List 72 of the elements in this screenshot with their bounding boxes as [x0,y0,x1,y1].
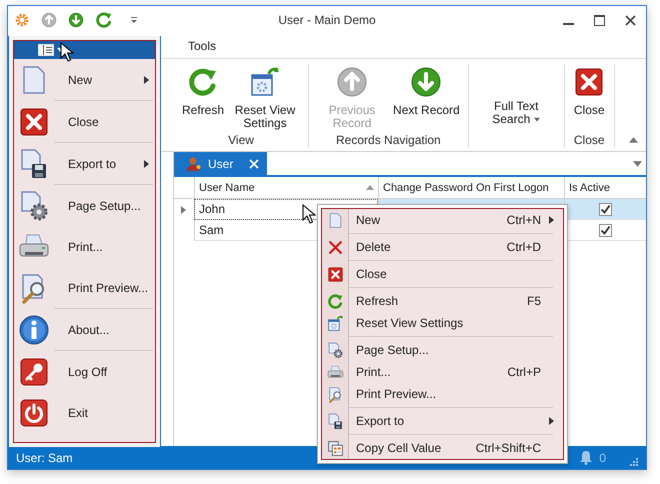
menu-item[interactable]: Close [14,101,155,142]
ribbon-button[interactable]: Reset View Settings [228,64,302,132]
chevron-up-icon [629,136,638,145]
submenu-arrow-icon [143,76,151,84]
window-title: User - Main Demo [277,13,377,27]
checkbox[interactable] [599,202,612,216]
bell-icon[interactable] [579,450,594,465]
close-icon [18,106,50,138]
notification-count: 0 [599,450,606,464]
menu-item[interactable]: Print... [14,226,155,267]
menu-item[interactable]: Close [322,263,563,285]
checkbox[interactable] [599,224,612,236]
submenu-arrow-icon [548,216,556,224]
close-icon [326,266,344,282]
menu-item[interactable]: Reset View Settings [322,312,563,334]
menu-item[interactable]: New [14,59,155,100]
table-icon [326,440,344,456]
menu-item[interactable]: Refresh F5 [322,290,563,312]
refresh-icon [326,292,344,310]
group-label: Records Navigation [336,132,441,148]
floppy-disk-icon [326,412,344,430]
menu-item[interactable]: Export to [14,143,155,184]
collapse-ribbon-button[interactable] [629,136,638,145]
ribbon-button[interactable]: Full Text Search [479,64,554,128]
menu-item[interactable]: About... [14,309,155,350]
menu-item[interactable]: Page Setup... [322,339,563,361]
sort-icon [366,184,374,192]
ribbon-tab[interactable]: Tools [180,37,224,55]
menu-item[interactable]: Print... Ctrl+P [322,361,563,383]
gear-icon[interactable] [14,12,30,28]
printer-icon [326,364,344,380]
document-tab[interactable]: User [174,152,268,175]
window-arrow-icon [249,66,282,98]
page-gear-icon [326,342,344,358]
resize-grip-icon[interactable] [630,458,638,466]
window-arrow-icon [326,314,344,332]
power-icon [18,396,50,428]
row-indicator-icon [180,206,188,214]
ribbon-button[interactable]: Next Record [391,64,462,119]
group-label: View [228,132,254,148]
key-icon [18,356,50,388]
menu-item[interactable]: Log Off [14,351,155,392]
close-icon[interactable] [625,14,636,26]
caret-icon [633,160,642,169]
refresh-icon[interactable] [95,11,113,29]
customize-icon[interactable] [130,16,138,24]
magnifier-page-icon [326,386,344,402]
application-button[interactable] [14,41,155,59]
ribbon-button[interactable]: Close [571,64,608,119]
menu-item[interactable]: Print Preview... [322,383,563,405]
ribbon-button[interactable]: Refresh [180,64,226,119]
menu-item[interactable]: Copy Cell Value Ctrl+Shift+C [322,437,563,459]
group-label: Close [574,132,605,148]
tab-list-button[interactable] [633,160,642,169]
cursor-icon [60,42,74,62]
book-icon [38,44,54,56]
submenu-arrow-icon [548,417,556,425]
status-text: User: Sam [16,450,74,464]
submenu-arrow-icon [143,160,151,168]
user-icon [186,156,202,172]
maximize-icon[interactable] [594,14,605,26]
column-header[interactable]: Is Active [564,177,646,198]
column-header[interactable]: Change Password On First Logon [378,177,564,198]
caret-icon [534,116,540,123]
menu-item[interactable]: Print Preview... [14,267,155,308]
close-icon [573,66,606,98]
column-header[interactable]: User Name [194,177,378,198]
menu-item[interactable]: Exit [14,392,155,433]
delete-icon [326,238,344,256]
menu-item[interactable]: Page Setup... [14,185,155,226]
info-icon [18,314,50,346]
menu-item[interactable]: Export to [322,410,563,432]
